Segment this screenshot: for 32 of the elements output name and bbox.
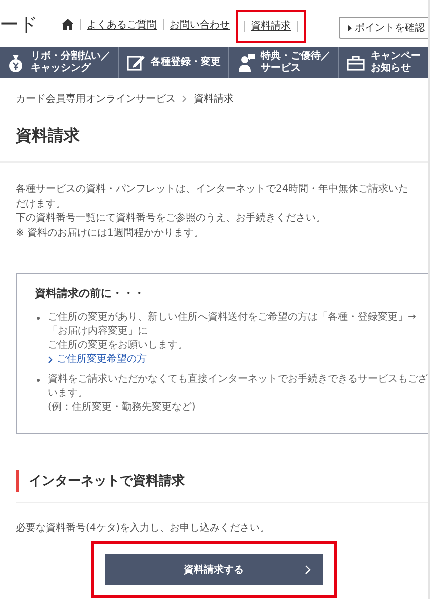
intro-text: 下の資料番号一覧にて資料番号をご参照のうえ、お手続きください。 <box>16 212 327 226</box>
notice-title: 資料請求の前に・・・ <box>35 286 146 301</box>
header-link[interactable]: 資料請求 <box>251 19 291 33</box>
chevron-right-icon <box>305 565 311 575</box>
person-icon <box>236 52 256 72</box>
chevron-right-icon <box>182 95 188 103</box>
request-button[interactable]: 資料請求する <box>105 554 323 585</box>
header-link[interactable]: よくあるご質問 <box>87 18 157 32</box>
intro-text: ※ 資料のお届けには1週間程かかります。 <box>16 226 205 240</box>
nav-link[interactable]: 各種登録・変更 <box>151 56 221 68</box>
bullet-icon <box>37 379 40 382</box>
notice-text: (例：住所変更・勤務先変更など) <box>48 401 197 415</box>
notice-text: ご住所の変更があり、新しい住所へ資料送付をご希望の方は「各種・登録変更」→「お届け内容変更」に <box>48 311 418 339</box>
page-title: 資料請求 <box>0 106 428 163</box>
logo-text: ード <box>0 13 39 38</box>
nav-link[interactable]: キャンペー お知らせ <box>371 51 421 74</box>
bullet-icon <box>37 317 40 320</box>
address-change-link[interactable]: ご住所変更希望の方 <box>48 353 428 367</box>
nav-link[interactable]: リボ・分割払い／ キャッシング <box>31 51 111 74</box>
breadcrumb-item: 資料請求 <box>194 92 234 106</box>
section-heading: インターネットで資料請求 <box>16 470 428 492</box>
notice-text: ご住所の変更をお願いします。 <box>48 339 189 353</box>
chevron-right-icon <box>48 356 54 364</box>
triangle-right-icon <box>348 24 352 32</box>
header-link[interactable]: お問い合わせ <box>170 18 230 32</box>
instruction-text: 必要な資料番号(4ケタ)を入力し、お申し込みください。 <box>16 522 272 535</box>
breadcrumb-item[interactable]: カード会員専用オンラインサービス <box>16 92 176 106</box>
home-icon[interactable] <box>62 19 74 30</box>
points-button[interactable]: ポイントを確認 <box>339 17 428 39</box>
nav-link[interactable]: 特典・ご優待／ サービス <box>261 51 331 74</box>
notice-text: 資料をご請求いただかなくても直接インターネットでお手続きできるサービスもございます。 <box>48 373 428 401</box>
intro-text: 各種サービスの資料・パンフレットは、インターネットで24時間・年中無休ご請求いただけます。 <box>16 183 410 212</box>
